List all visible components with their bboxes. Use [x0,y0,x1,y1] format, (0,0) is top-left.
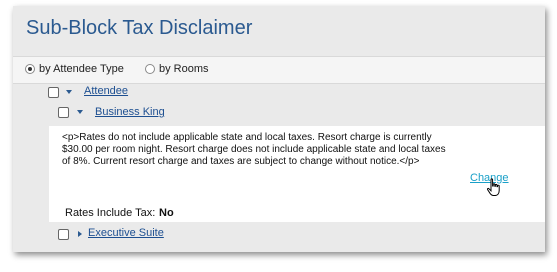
expand-attendee-icon[interactable] [66,90,72,94]
expand-executive-suite-icon[interactable] [78,231,82,237]
disclaimer-text: <p>Rates do not include applicable state… [62,132,446,167]
room-detail: <p>Rates do not include applicable state… [49,126,545,222]
by-rooms-radio[interactable] [145,64,155,74]
rates-include-tax-label: Rates Include Tax: [65,207,156,219]
page-title: Sub-Block Tax Disclaimer [26,17,253,39]
by-attendee-type-label[interactable]: by Attendee Type [39,63,124,75]
business-king-link[interactable]: Business King [95,106,165,118]
executive-suite-link[interactable]: Executive Suite [88,227,164,239]
attendee-checkbox[interactable] [48,87,59,98]
business-king-checkbox[interactable] [58,107,69,118]
tax-disclaimer-panel: Sub-Block Tax Disclaimer by Attendee Typ… [13,6,545,252]
by-rooms-label[interactable]: by Rooms [159,63,209,75]
attendee-link[interactable]: Attendee [84,85,128,97]
hand-cursor-icon [486,178,500,196]
expand-business-king-icon[interactable] [77,110,83,114]
by-attendee-type-radio[interactable] [25,64,35,74]
view-mode-bar: by Attendee Type by Rooms [13,56,545,84]
executive-suite-checkbox[interactable] [58,229,69,240]
rates-include-tax-value: No [159,207,174,219]
